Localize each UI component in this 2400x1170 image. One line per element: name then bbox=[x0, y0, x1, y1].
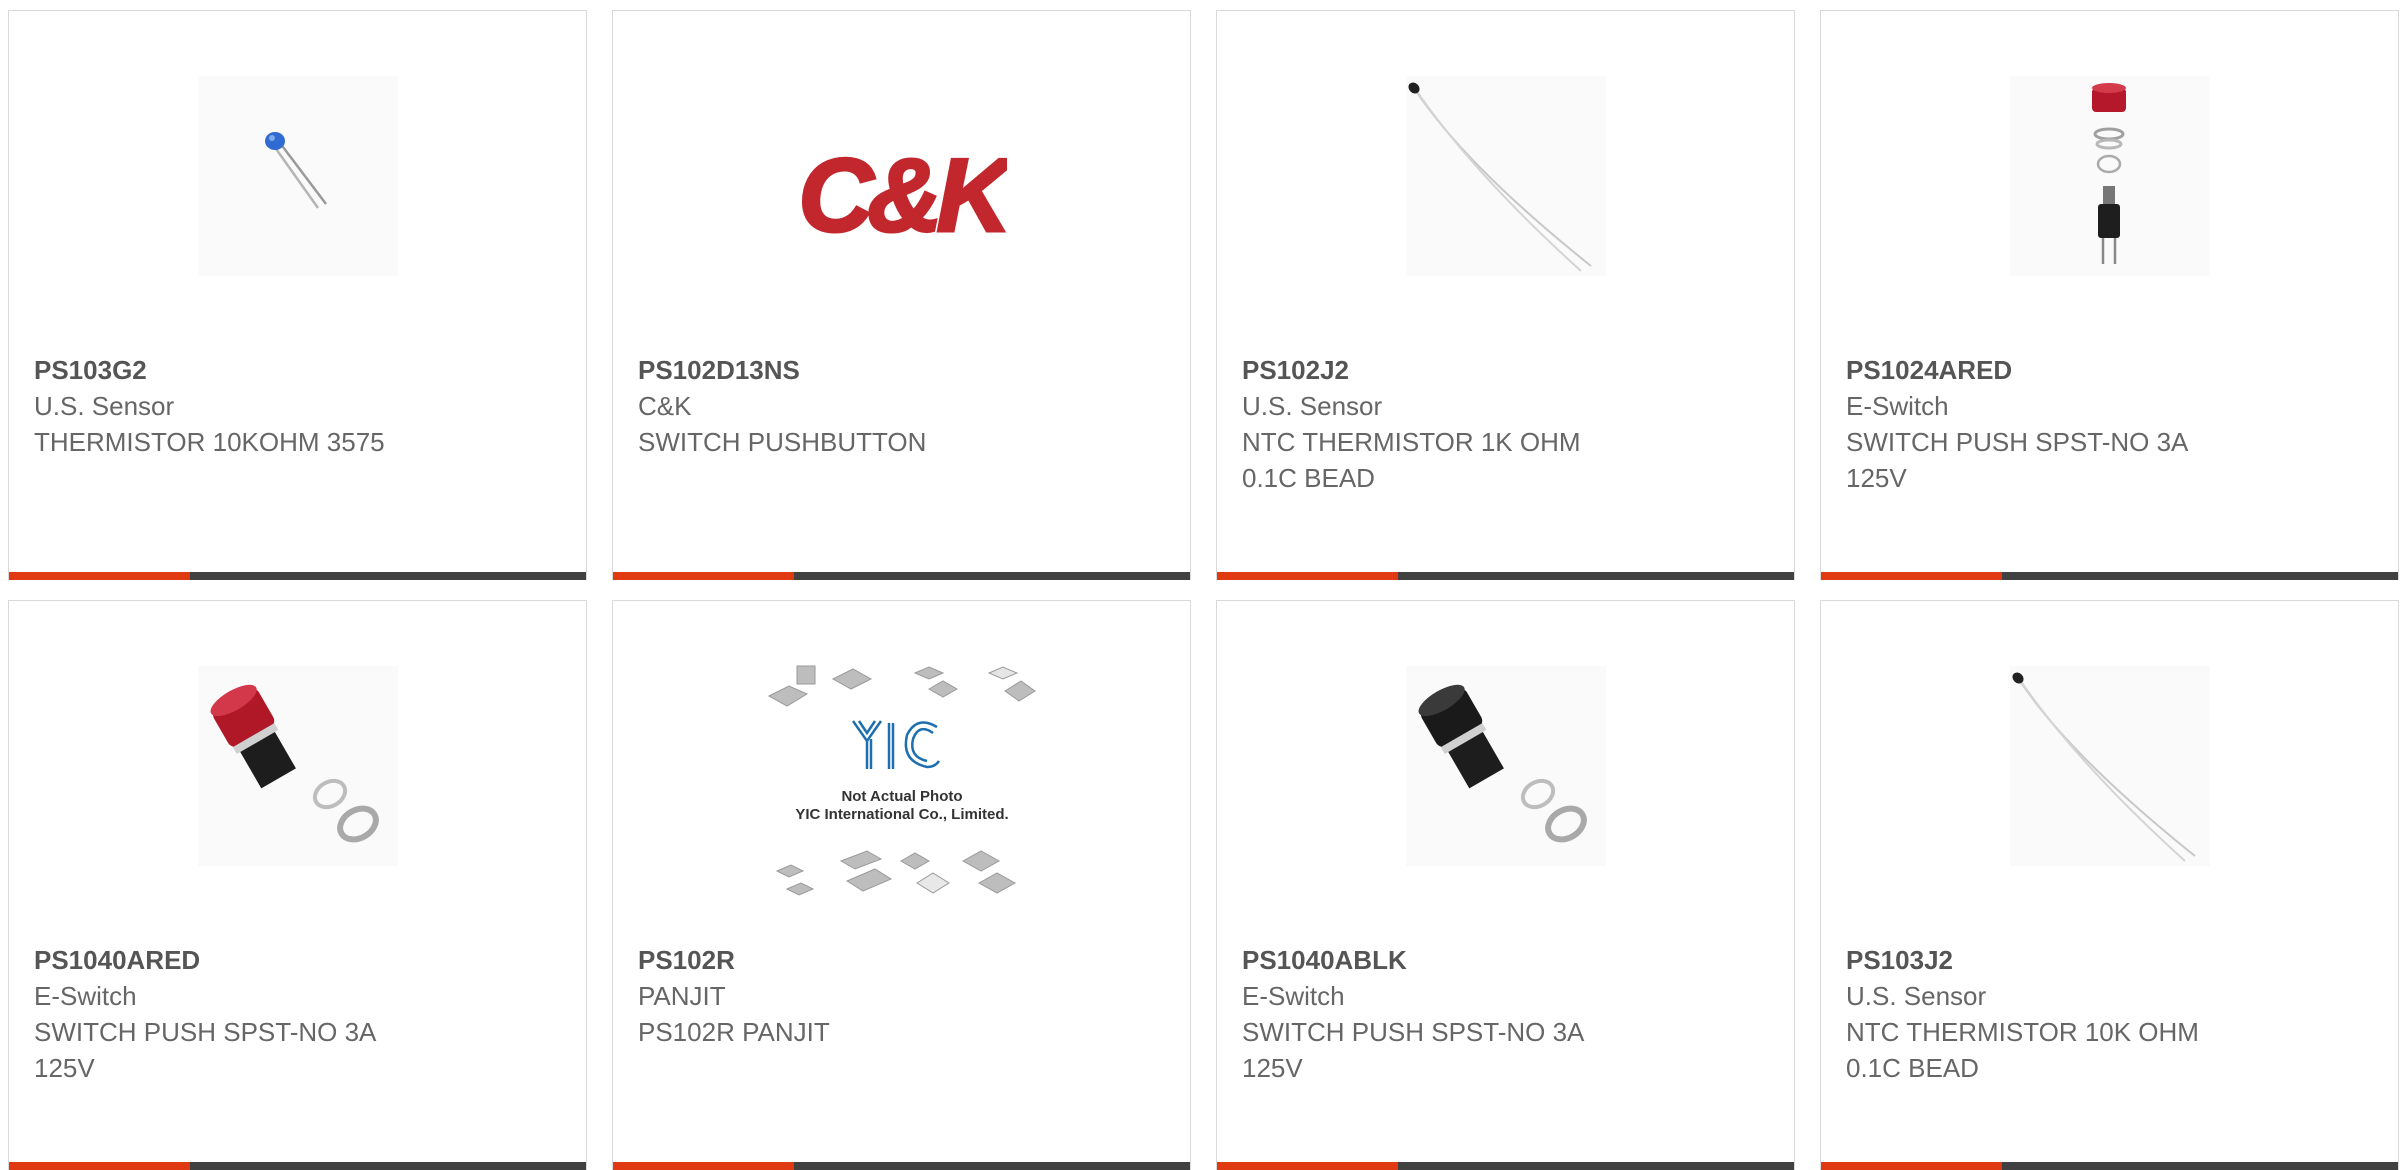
pushbutton-image[interactable] bbox=[1405, 666, 1606, 866]
manufacturer: E-Switch bbox=[1846, 391, 1949, 421]
product-card[interactable]: C&K PS102D13NS C&K SWITCH PUSHBUTTON bbox=[612, 10, 1191, 580]
description: THERMISTOR 10KOHM 3575 bbox=[34, 427, 385, 457]
placeholder-line-1: Not Actual Photo bbox=[841, 788, 962, 805]
product-grid: PS103G2 U.S. Sensor THERMISTOR 10KOHM 35… bbox=[8, 10, 2400, 1170]
part-number[interactable]: PS102R bbox=[638, 942, 1170, 978]
description: SWITCH PUSHBUTTON bbox=[638, 427, 927, 457]
description: SWITCH PUSH SPST-NO 3A 125V bbox=[34, 1017, 377, 1083]
part-number[interactable]: PS1024ARED bbox=[1846, 352, 2378, 388]
thermistor-image[interactable] bbox=[2009, 666, 2210, 866]
description: NTC THERMISTOR 10K OHM 0.1C BEAD bbox=[1846, 1017, 2199, 1083]
manufacturer: E-Switch bbox=[34, 981, 137, 1011]
card-accent-bar bbox=[613, 1162, 1190, 1170]
manufacturer: U.S. Sensor bbox=[34, 391, 175, 421]
product-card[interactable]: PS103G2 U.S. Sensor THERMISTOR 10KOHM 35… bbox=[8, 10, 587, 580]
card-accent-bar bbox=[1821, 1162, 2398, 1170]
product-card[interactable]: PS1040ABLK E-Switch SWITCH PUSH SPST-NO … bbox=[1216, 600, 1795, 1170]
placeholder-line-2: YIC International Co., Limited. bbox=[795, 806, 1008, 823]
description: SWITCH PUSH SPST-NO 3A 125V bbox=[1846, 427, 2189, 493]
placeholder-image[interactable]: Not Actual Photo YIC International Co., … bbox=[767, 661, 1037, 911]
thermistor-image[interactable] bbox=[197, 76, 398, 276]
manufacturer: U.S. Sensor bbox=[1846, 981, 1987, 1011]
manufacturer: PANJIT bbox=[638, 981, 726, 1011]
part-number[interactable]: PS1040ABLK bbox=[1242, 942, 1774, 978]
product-card[interactable]: PS103J2 U.S. Sensor NTC THERMISTOR 10K O… bbox=[1820, 600, 2399, 1170]
card-accent-bar bbox=[9, 572, 586, 580]
manufacturer: E-Switch bbox=[1242, 981, 1345, 1011]
part-number[interactable]: PS103J2 bbox=[1846, 942, 2378, 978]
pushbutton-image[interactable] bbox=[197, 666, 398, 866]
card-accent-bar bbox=[9, 1162, 586, 1170]
product-card[interactable]: PS102J2 U.S. Sensor NTC THERMISTOR 1K OH… bbox=[1216, 10, 1795, 580]
card-accent-bar bbox=[613, 572, 1190, 580]
card-accent-bar bbox=[1217, 1162, 1794, 1170]
card-accent-bar bbox=[1821, 572, 2398, 580]
product-card[interactable]: Not Actual Photo YIC International Co., … bbox=[612, 600, 1191, 1170]
part-number[interactable]: PS1040ARED bbox=[34, 942, 566, 978]
product-card[interactable]: PS1024ARED E-Switch SWITCH PUSH SPST-NO … bbox=[1820, 10, 2399, 580]
description: SWITCH PUSH SPST-NO 3A 125V bbox=[1242, 1017, 1585, 1083]
card-accent-bar bbox=[1217, 572, 1794, 580]
part-number[interactable]: PS102D13NS bbox=[638, 352, 1170, 388]
logo-text: C&K bbox=[798, 138, 1007, 254]
manufacturer: U.S. Sensor bbox=[1242, 391, 1383, 421]
part-number[interactable]: PS103G2 bbox=[34, 352, 566, 388]
product-card[interactable]: PS1040ARED E-Switch SWITCH PUSH SPST-NO … bbox=[8, 600, 587, 1170]
manufacturer: C&K bbox=[638, 391, 692, 421]
thermistor-image[interactable] bbox=[1405, 76, 1606, 276]
pushbutton-image[interactable] bbox=[2009, 76, 2210, 276]
part-number[interactable]: PS102J2 bbox=[1242, 352, 1774, 388]
ck-logo-image[interactable]: C&K bbox=[797, 121, 1007, 261]
description: NTC THERMISTOR 1K OHM 0.1C BEAD bbox=[1242, 427, 1581, 493]
description: PS102R PANJIT bbox=[638, 1017, 830, 1047]
